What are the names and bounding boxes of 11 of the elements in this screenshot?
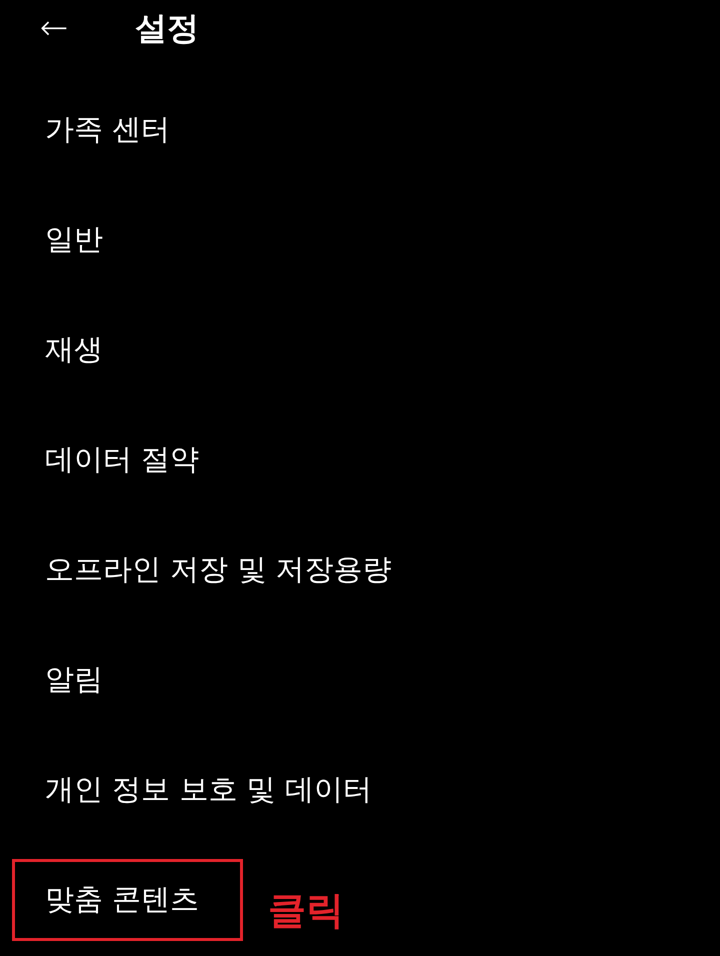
settings-item[interactable]: 알림: [12, 639, 243, 721]
settings-item[interactable]: 오프라인 저장 및 저장용량: [12, 529, 405, 611]
annotation-label: 클릭: [268, 886, 344, 934]
back-button[interactable]: ←: [34, 8, 74, 48]
page-title: 설정: [135, 8, 199, 49]
settings-item[interactable]: 맞춤 콘텐츠: [12, 859, 243, 941]
settings-item[interactable]: 개인 정보 보호 및 데이터: [12, 749, 385, 831]
settings-item[interactable]: 재생: [12, 309, 243, 391]
settings-item[interactable]: 일반: [12, 199, 243, 281]
settings-item[interactable]: 데이터 절약: [12, 419, 243, 501]
settings-item[interactable]: 가족 센터: [12, 89, 243, 171]
